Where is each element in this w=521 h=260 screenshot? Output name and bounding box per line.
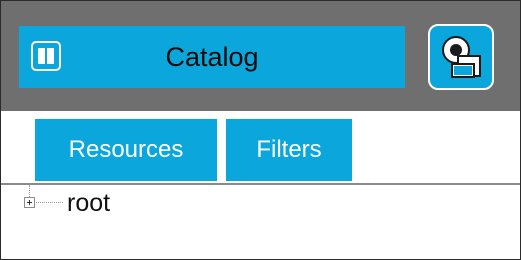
- tree-connector: [36, 202, 63, 203]
- tab-filters[interactable]: Filters: [226, 119, 352, 181]
- tab-resources[interactable]: Resources: [35, 119, 217, 181]
- catalog-layers-icon: [442, 36, 481, 78]
- header-bar: Catalog: [1, 1, 520, 111]
- expand-icon[interactable]: [24, 197, 35, 208]
- tree-connector: [29, 185, 30, 197]
- catalog-panel: Catalog Resources Filters root: [0, 0, 521, 260]
- panel-title: Catalog: [165, 42, 259, 72]
- tree-node-root[interactable]: root: [67, 189, 110, 217]
- catalog-button[interactable]: [428, 24, 494, 90]
- resource-tree: root: [1, 185, 520, 259]
- title-bar: Catalog: [19, 26, 405, 88]
- panel-columns-icon[interactable]: [31, 41, 61, 71]
